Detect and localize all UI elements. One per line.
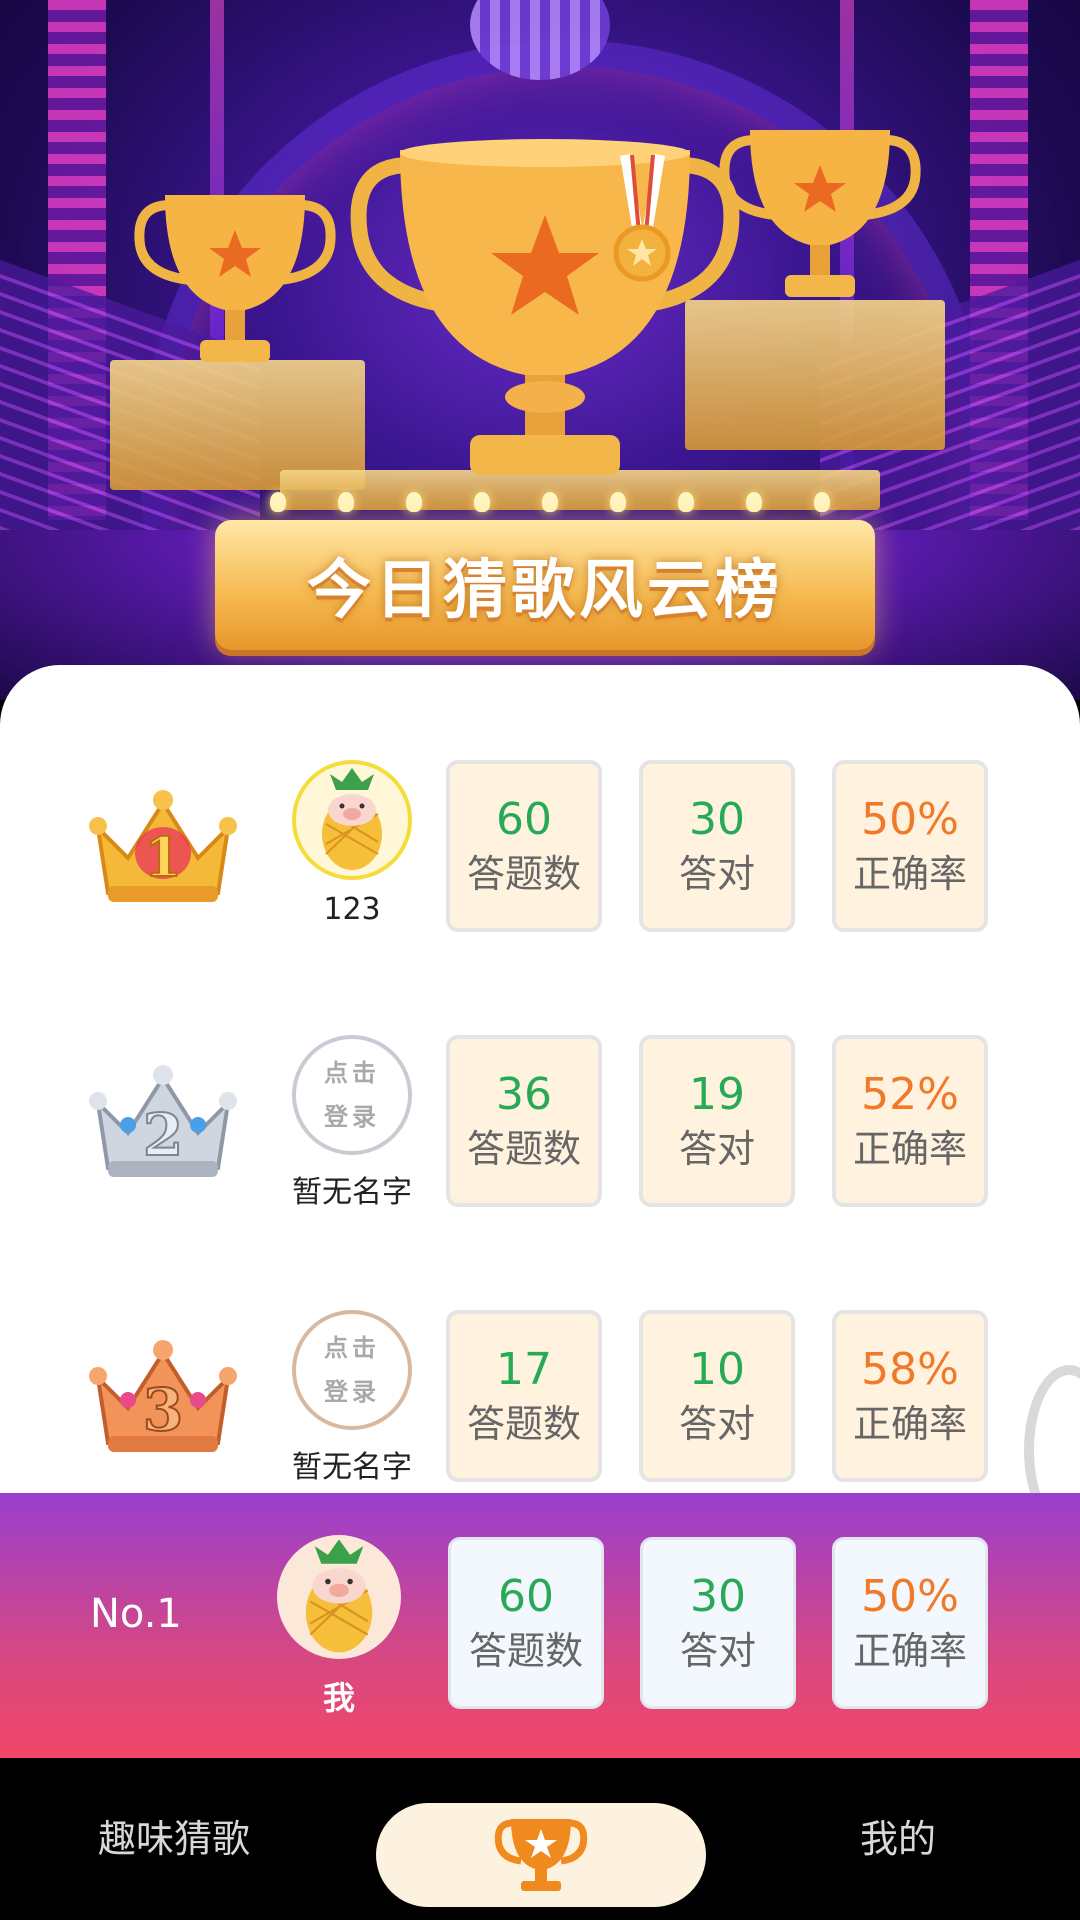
avatar-text: 点击	[324, 1059, 380, 1087]
stat-correct: 30 答对	[639, 760, 795, 932]
login-avatar[interactable]: 点击 登录	[292, 1310, 412, 1430]
my-avatar[interactable]	[277, 1535, 401, 1659]
stat-label: 正确率	[852, 852, 967, 896]
stat-answered: 17 答题数	[446, 1310, 602, 1482]
stat-correct: 19 答对	[639, 1035, 795, 1207]
stat-value: 60	[496, 794, 552, 845]
leaderboard-row: 2 点击 登录 暂无名字 36 答题数 19 答对 52% 正确率	[0, 1035, 1080, 1215]
stat-label: 答题数	[466, 1402, 581, 1446]
hero-banner: 今日猜歌风云榜	[0, 0, 1080, 700]
stat-value: 52%	[861, 1069, 959, 1120]
player-name: 暂无名字	[292, 1175, 412, 1210]
svg-text:3: 3	[143, 1376, 183, 1444]
stat-value: 17	[496, 1344, 552, 1395]
my-name: 我	[322, 1679, 355, 1717]
my-rank-label: No.1	[90, 1591, 182, 1637]
stat-label: 答题数	[466, 852, 581, 896]
stat-value: 60	[498, 1571, 554, 1622]
stat-label: 答题数	[468, 1629, 583, 1673]
stat-label: 正确率	[852, 1629, 967, 1673]
stat-answered: 36 答题数	[446, 1035, 602, 1207]
banner-title: 今日猜歌风云榜	[307, 554, 783, 628]
player-name: 暂无名字	[292, 1450, 412, 1485]
stat-value: 19	[689, 1069, 745, 1120]
avatar-text: 登录	[324, 1103, 380, 1131]
stat-accuracy: 58% 正确率	[832, 1310, 988, 1482]
svg-text:2: 2	[143, 1101, 183, 1169]
leaderboard-card: 1 123 60 答题数 30 答对 50% 正确率 2 点击 登录 暂无名字 …	[0, 665, 1080, 1535]
leaderboard-row: 1 123 60 答题数 30 答对 50% 正确率	[0, 760, 1080, 940]
avatar[interactable]	[292, 760, 412, 880]
trophy-icon	[134, 195, 336, 362]
bottom-tab-bar: 趣味猜歌 我的	[0, 1758, 1080, 1920]
stat-value: 36	[496, 1069, 552, 1120]
stat-accuracy: 52% 正确率	[832, 1035, 988, 1207]
stat-value: 30	[690, 1571, 746, 1622]
tab-leaderboard[interactable]	[376, 1803, 706, 1907]
avatar-text: 登录	[324, 1378, 380, 1406]
trophy-icon	[350, 139, 740, 475]
player-name: 123	[323, 892, 381, 927]
my-rank-bar: No.1 我 60 答题数 30 答对 50% 正确率	[0, 1493, 1080, 1758]
gold-crown-icon: 1	[89, 790, 237, 902]
pineapple-pig-icon	[322, 768, 382, 870]
avatar-text: 点击	[324, 1334, 380, 1362]
my-stat-correct: 30 答对	[640, 1537, 796, 1709]
stat-label: 答对	[679, 1629, 756, 1673]
stat-value: 50%	[861, 794, 959, 845]
pineapple-pig-icon	[305, 1539, 373, 1653]
stat-value: 58%	[861, 1344, 959, 1395]
silver-crown-icon: 2	[89, 1065, 237, 1177]
stat-value: 50%	[861, 1571, 959, 1622]
stat-value: 30	[689, 794, 745, 845]
stat-label: 正确率	[852, 1127, 967, 1171]
my-stat-answered: 60 答题数	[448, 1537, 604, 1709]
login-avatar[interactable]: 点击 登录	[292, 1035, 412, 1155]
stat-answered: 60 答题数	[446, 760, 602, 932]
tab-mine[interactable]: 我的	[860, 1808, 936, 1863]
svg-text:1: 1	[144, 825, 182, 889]
trophy-icon	[494, 1819, 588, 1891]
stat-label: 正确率	[852, 1402, 967, 1446]
stat-label: 答对	[678, 1127, 755, 1171]
leaderboard-banner: 今日猜歌风云榜	[215, 520, 875, 650]
stat-accuracy: 50% 正确率	[832, 760, 988, 932]
stat-label: 答题数	[466, 1127, 581, 1171]
tab-fun-guess[interactable]: 趣味猜歌	[98, 1808, 250, 1863]
stage-bulbs	[270, 492, 830, 512]
stat-value: 10	[689, 1344, 745, 1395]
bronze-crown-icon: 3	[89, 1340, 237, 1452]
stat-label: 答对	[678, 1402, 755, 1446]
leaderboard-row: 3 点击 登录 暂无名字 17 答题数 10 答对 58% 正确率	[0, 1310, 1080, 1490]
stat-correct: 10 答对	[639, 1310, 795, 1482]
stat-label: 答对	[678, 852, 755, 896]
my-stat-accuracy: 50% 正确率	[832, 1537, 988, 1709]
